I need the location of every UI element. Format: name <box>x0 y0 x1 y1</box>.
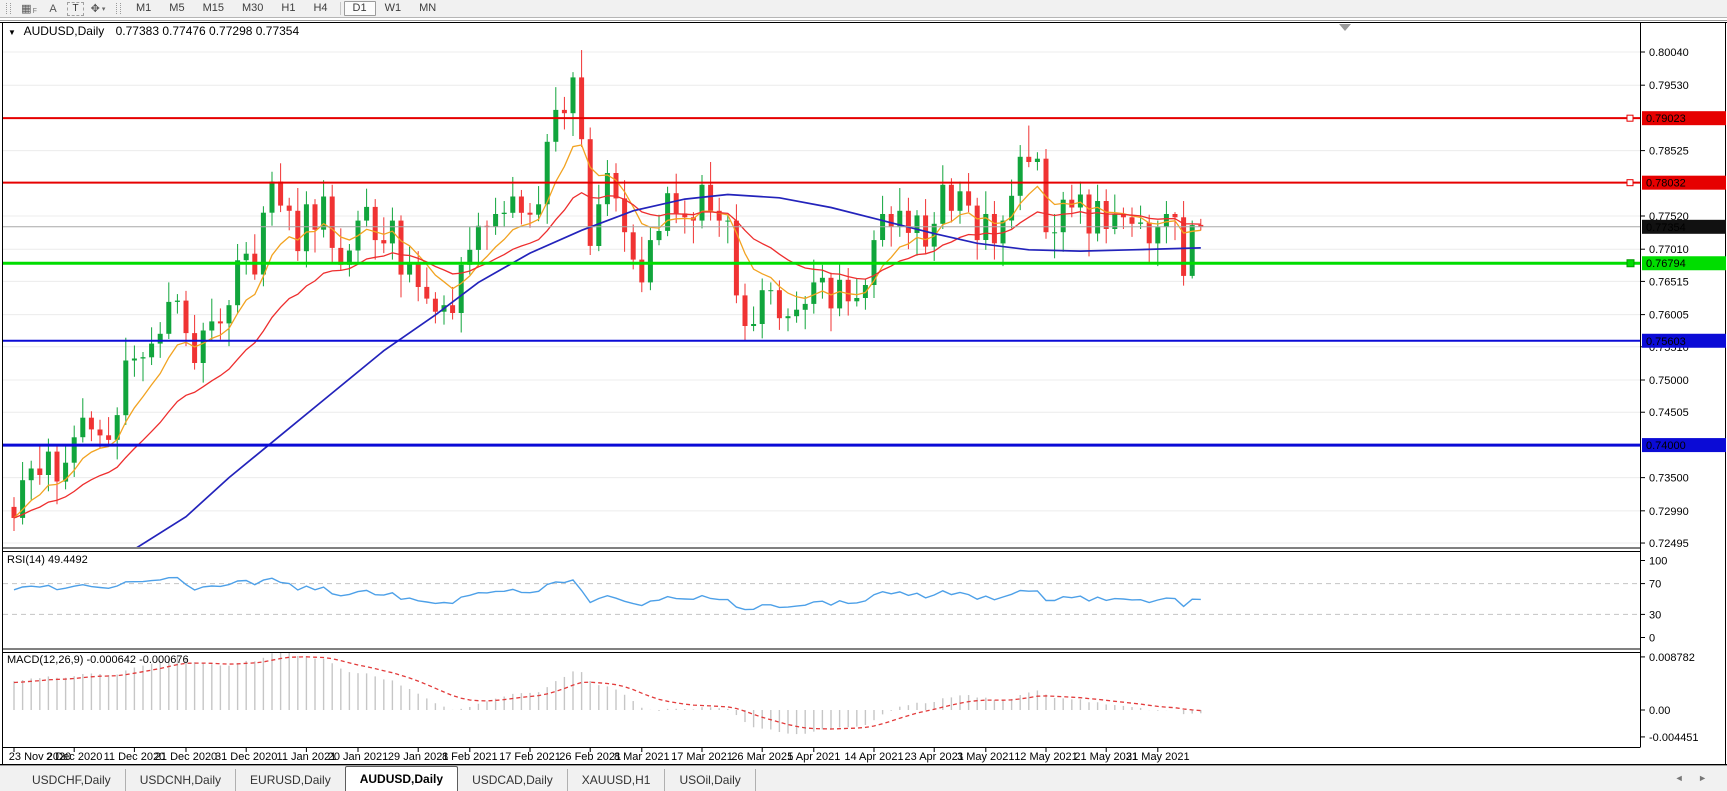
chart-canvas[interactable]: 0.800400.795300.785250.775200.770100.765… <box>0 0 1727 791</box>
price-tick-label: 0.76515 <box>1649 276 1689 288</box>
date-tick-label: 20 Jan 2021 <box>328 751 389 763</box>
rsi-tick-label: 0 <box>1649 633 1655 645</box>
toolbar-object-icons: ▦F AT ✥▾ <box>17 0 110 17</box>
chart-tab-usdcnh[interactable]: USDCNH,Daily <box>126 769 236 791</box>
chart-menu-arrow-icon[interactable]: ▼ <box>8 28 16 37</box>
toolbar: ▦F AT ✥▾ M1M5M15M30H1H4 D1W1MN <box>0 0 1727 18</box>
date-tick-label: 26 Feb 2021 <box>559 751 621 763</box>
date-tick-label: 17 Mar 2021 <box>671 751 733 763</box>
current-price-tag: 0.77354 <box>1646 222 1686 234</box>
timeframe-button-w1[interactable]: W1 <box>376 1 411 16</box>
rsi-tick-label: 70 <box>1649 579 1661 591</box>
chart-tab-eurusd[interactable]: EURUSD,Daily <box>236 769 346 791</box>
chart-tabs: USDCHF,DailyUSDCNH,DailyEURUSD,DailyAUDU… <box>18 766 756 791</box>
price-tick-label: 0.78525 <box>1649 146 1689 158</box>
timeframe-button-h4[interactable]: H4 <box>304 1 336 16</box>
chart-tab-usdchf[interactable]: USDCHF,Daily <box>18 769 126 791</box>
tab-scroll-right-icon[interactable]: ► <box>1698 773 1713 783</box>
tab-scroll-arrows: ◄ ► <box>1675 773 1713 783</box>
price-tick-label: 0.77010 <box>1649 244 1689 256</box>
text-a-icon[interactable]: A <box>43 1 63 16</box>
hline-price-tag: 0.75603 <box>1646 336 1686 348</box>
price-tick-label: 0.76005 <box>1649 310 1689 322</box>
date-tick-label: 31 May 2021 <box>1126 751 1190 763</box>
date-tick-label: 17 Feb 2021 <box>499 751 561 763</box>
chart-symbol-label: AUDUSD,Daily <box>24 24 105 38</box>
timeframe-button-m5[interactable]: M5 <box>160 1 193 16</box>
timeframe-button-group: M1M5M15M30H1H4 D1W1MN <box>127 0 445 17</box>
macd-tick-label: -0.004451 <box>1649 732 1699 744</box>
chart-tab-bar: USDCHF,DailyUSDCNH,DailyEURUSD,DailyAUDU… <box>0 765 1727 791</box>
toolbar-drag-grip[interactable] <box>6 3 11 14</box>
date-tick-label: 2 Dec 2020 <box>46 751 102 763</box>
hline-price-tag: 0.74000 <box>1646 440 1686 452</box>
price-tick-label: 0.72495 <box>1649 538 1689 550</box>
chart-tab-xauusd[interactable]: XAUUSD,H1 <box>568 769 666 791</box>
date-axis[interactable]: 23 Nov 20202 Dec 202011 Dec 202021 Dec 2… <box>9 748 1190 763</box>
timeframe-button-m15[interactable]: M15 <box>194 1 233 16</box>
chart-title: ▼ AUDUSD,Daily 0.77383 0.77476 0.77298 0… <box>8 24 299 38</box>
timeframe-button-m1[interactable]: M1 <box>127 1 160 16</box>
tab-scroll-left-icon[interactable]: ◄ <box>1675 773 1690 783</box>
date-tick-label: 23 Apr 2021 <box>905 751 964 763</box>
date-tick-label: 12 May 2021 <box>1014 751 1078 763</box>
chart-tab-usoil[interactable]: USOil,Daily <box>665 769 755 791</box>
price-tick-label: 0.75000 <box>1649 375 1689 387</box>
hline-price-tag: 0.76794 <box>1646 258 1686 270</box>
rsi-tick-label: 30 <box>1649 609 1661 621</box>
date-tick-label: 5 Apr 2021 <box>787 751 840 763</box>
date-tick-label: 21 Dec 2020 <box>155 751 217 763</box>
toolbar-drag-grip[interactable] <box>116 3 121 14</box>
timeframe-button-d1[interactable]: D1 <box>344 1 376 16</box>
date-tick-label: 8 Mar 2021 <box>614 751 670 763</box>
price-tick-label: 0.80040 <box>1649 47 1689 59</box>
timeframe-button-m30[interactable]: M30 <box>233 1 272 16</box>
date-tick-label: 29 Jan 2021 <box>388 751 449 763</box>
chart-tab-audusd[interactable]: AUDUSD,Daily <box>345 766 458 791</box>
rsi-label: RSI(14) 49.4492 <box>7 554 88 566</box>
macd-tick-label: 0.00 <box>1649 705 1670 717</box>
macd-tick-label: 0.008782 <box>1649 652 1695 664</box>
hline-price-tag: 0.78032 <box>1646 178 1686 190</box>
price-tick-label: 0.79530 <box>1649 80 1689 92</box>
price-tick-label: 0.74505 <box>1649 407 1689 419</box>
mt4-window: ▦F AT ✥▾ M1M5M15M30H1H4 D1W1MN 0.80040 0.795… <box>0 0 1727 791</box>
chart-grid-f-icon[interactable]: ▦F <box>19 1 39 16</box>
price-tick-label: 0.73500 <box>1649 473 1689 485</box>
text-box-icon[interactable]: T <box>67 2 84 16</box>
macd-label: MACD(12,26,9) -0.000642 -0.000676 <box>7 654 189 666</box>
price-tick-label: 0.72990 <box>1649 506 1689 518</box>
timeframe-button-mn[interactable]: MN <box>410 1 445 16</box>
timeframe-button-h1[interactable]: H1 <box>272 1 304 16</box>
chart-ohlc-values: 0.77383 0.77476 0.77298 0.77354 <box>116 24 300 38</box>
rsi-tick-label: 100 <box>1649 556 1667 568</box>
date-tick-label: 8 Feb 2021 <box>442 751 498 763</box>
date-tick-label: 3 May 2021 <box>957 751 1014 763</box>
date-tick-label: 31 Dec 2020 <box>215 751 277 763</box>
date-tick-label: 14 Apr 2021 <box>844 751 903 763</box>
hline-price-tag: 0.79023 <box>1646 113 1686 125</box>
chart-tab-usdcad[interactable]: USDCAD,Daily <box>458 769 568 791</box>
object-arrows-icon[interactable]: ✥▾ <box>88 1 108 16</box>
date-tick-label: 26 Mar 2021 <box>731 751 793 763</box>
